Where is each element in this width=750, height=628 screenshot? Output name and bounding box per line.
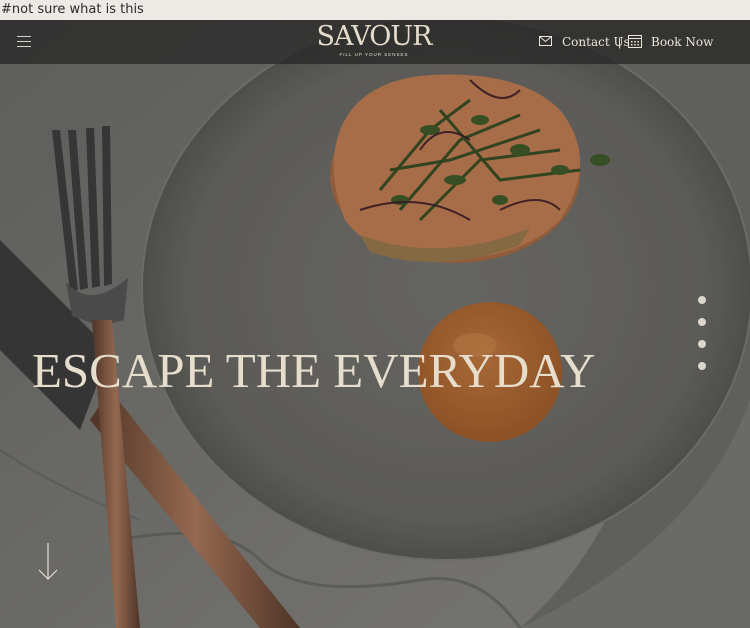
slide-dot-4[interactable] [698, 362, 706, 370]
envelope-icon [539, 36, 552, 46]
calendar-icon [628, 35, 642, 48]
hero-headline: ESCAPE THE EVERYDAY [32, 343, 596, 398]
site-logo[interactable]: SAVOUR FILL UP YOUR SENSES [312, 22, 436, 58]
hero-image [0, 20, 750, 628]
slide-dot-2[interactable] [698, 318, 706, 326]
slide-dot-3[interactable] [698, 340, 706, 348]
slide-dots [697, 296, 707, 376]
slide-dot-1[interactable] [698, 296, 706, 304]
hero-section [0, 20, 750, 628]
logo-tagline: FILL UP YOUR SENSES [339, 52, 409, 57]
nav-separator: | [618, 35, 622, 49]
logo-wordmark: SAVOUR [316, 21, 433, 52]
page-note: #not sure what is this [0, 0, 750, 20]
book-now-label: Book Now [651, 35, 714, 49]
hamburger-menu-icon[interactable] [17, 36, 31, 48]
arrow-down-icon[interactable] [38, 542, 58, 582]
